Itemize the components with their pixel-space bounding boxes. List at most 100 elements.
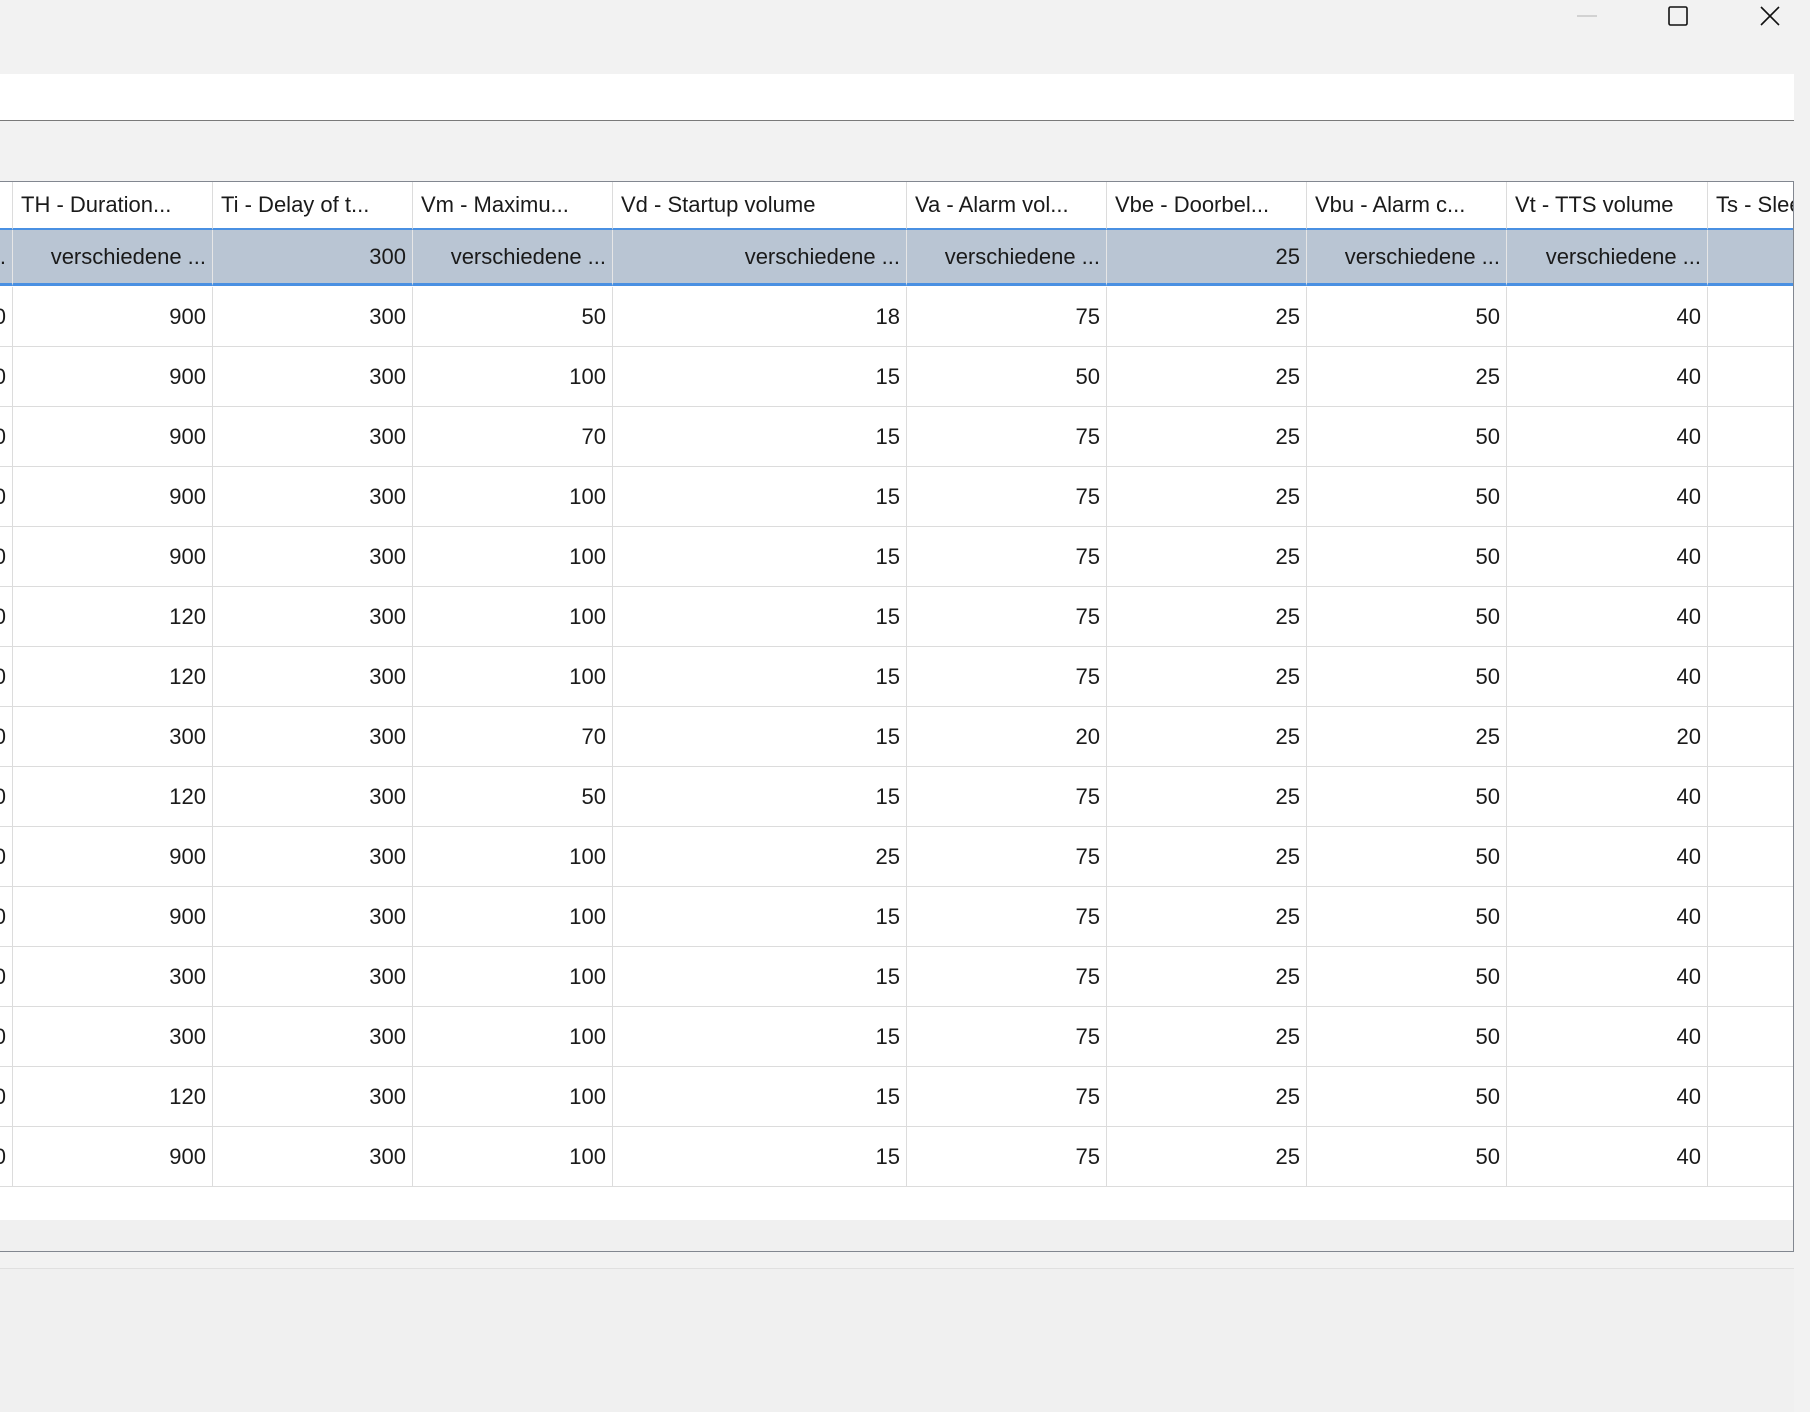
filter-cell[interactable]: verschiedene ... — [13, 230, 213, 286]
table-cell[interactable] — [1708, 827, 1793, 887]
filter-cell[interactable]: verschiedene ... — [413, 230, 613, 286]
table-cell[interactable]: 300 — [213, 527, 413, 587]
column-header[interactable] — [0, 182, 13, 230]
table-cell[interactable]: 25 — [1107, 767, 1307, 827]
table-cell[interactable]: 300 — [213, 767, 413, 827]
table-cell[interactable]: 300 — [13, 707, 213, 767]
table-cell[interactable]: 40 — [1507, 647, 1708, 707]
table-cell[interactable]: 300 — [13, 947, 213, 1007]
column-header[interactable]: Vt - TTS volume — [1507, 182, 1708, 230]
table-cell[interactable]: 120 — [13, 1067, 213, 1127]
table-cell[interactable]: 75 — [907, 407, 1107, 467]
table-cell[interactable]: 25 — [1307, 347, 1507, 407]
table-cell[interactable] — [1708, 707, 1793, 767]
table-row[interactable]: 03003001001575255040 — [0, 1007, 1793, 1067]
filter-cell[interactable] — [1708, 230, 1793, 286]
table-cell[interactable]: 50 — [1307, 407, 1507, 467]
table-cell[interactable]: 100 — [413, 527, 613, 587]
table-cell[interactable]: 70 — [413, 707, 613, 767]
table-cell[interactable]: 900 — [13, 1127, 213, 1187]
table-cell[interactable]: 900 — [13, 287, 213, 347]
table-cell[interactable] — [1708, 1127, 1793, 1187]
table-cell[interactable]: 18 — [613, 287, 907, 347]
table-cell[interactable]: 25 — [1107, 587, 1307, 647]
table-cell[interactable]: 50 — [1307, 647, 1507, 707]
table-cell[interactable] — [1708, 1007, 1793, 1067]
table-cell[interactable]: 300 — [213, 407, 413, 467]
table-cell[interactable] — [1708, 587, 1793, 647]
table-cell[interactable]: 15 — [613, 1127, 907, 1187]
table-cell[interactable]: 20 — [1507, 707, 1708, 767]
table-cell[interactable]: 0 — [0, 647, 13, 707]
table-row[interactable]: 01203001001575255040 — [0, 1067, 1793, 1127]
table-cell[interactable]: 0 — [0, 767, 13, 827]
table-cell[interactable]: 0 — [0, 407, 13, 467]
table-cell[interactable]: 900 — [13, 347, 213, 407]
table-cell[interactable]: 40 — [1507, 1067, 1708, 1127]
table-row[interactable]: 0120300501575255040 — [0, 767, 1793, 827]
table-cell[interactable]: 50 — [1307, 1067, 1507, 1127]
table-cell[interactable]: 100 — [413, 1127, 613, 1187]
table-cell[interactable]: 25 — [1107, 647, 1307, 707]
table-cell[interactable]: 0 — [0, 707, 13, 767]
minimize-button[interactable] — [1557, 0, 1617, 32]
table-cell[interactable]: 300 — [213, 827, 413, 887]
column-header[interactable]: Ts - Sleep — [1708, 182, 1793, 230]
table-cell[interactable]: 15 — [613, 767, 907, 827]
maximize-button[interactable] — [1648, 0, 1708, 32]
table-cell[interactable] — [1708, 347, 1793, 407]
column-header[interactable]: Vbu - Alarm c... — [1307, 182, 1507, 230]
table-cell[interactable] — [1708, 647, 1793, 707]
table-cell[interactable]: 15 — [613, 467, 907, 527]
table-cell[interactable]: 70 — [413, 407, 613, 467]
table-cell[interactable]: 75 — [907, 1007, 1107, 1067]
table-cell[interactable]: 75 — [907, 887, 1107, 947]
table-cell[interactable] — [1708, 767, 1793, 827]
table-cell[interactable] — [1708, 407, 1793, 467]
column-header[interactable]: Va - Alarm vol... — [907, 182, 1107, 230]
table-cell[interactable]: 25 — [1107, 1127, 1307, 1187]
column-header[interactable]: TH - Duration... — [13, 182, 213, 230]
table-cell[interactable]: 100 — [413, 827, 613, 887]
filter-cell[interactable]: verschiedene ... — [1507, 230, 1708, 286]
table-cell[interactable] — [1708, 1067, 1793, 1127]
table-cell[interactable]: 120 — [13, 587, 213, 647]
table-cell[interactable]: 75 — [907, 767, 1107, 827]
table-cell[interactable]: 100 — [413, 587, 613, 647]
table-cell[interactable]: 75 — [907, 467, 1107, 527]
table-cell[interactable] — [1708, 887, 1793, 947]
table-cell[interactable]: 25 — [1307, 707, 1507, 767]
table-cell[interactable]: 900 — [13, 887, 213, 947]
table-cell[interactable]: 50 — [413, 767, 613, 827]
table-cell[interactable]: 50 — [1307, 947, 1507, 1007]
column-header[interactable]: Ti - Delay of t... — [213, 182, 413, 230]
table-cell[interactable]: 0 — [0, 1067, 13, 1127]
table-cell[interactable]: 100 — [413, 947, 613, 1007]
table-cell[interactable]: 100 — [413, 887, 613, 947]
table-cell[interactable]: 50 — [413, 287, 613, 347]
table-cell[interactable]: 300 — [213, 707, 413, 767]
table-cell[interactable]: 25 — [613, 827, 907, 887]
table-cell[interactable] — [1708, 527, 1793, 587]
table-row[interactable]: 09003001001575255040 — [0, 887, 1793, 947]
table-cell[interactable]: 15 — [613, 887, 907, 947]
table-cell[interactable]: 75 — [907, 527, 1107, 587]
table-cell[interactable]: 120 — [13, 767, 213, 827]
table-cell[interactable]: 0 — [0, 467, 13, 527]
table-row[interactable]: 09003001001550252540 — [0, 347, 1793, 407]
table-cell[interactable]: 40 — [1507, 887, 1708, 947]
table-cell[interactable]: 50 — [1307, 827, 1507, 887]
close-button[interactable] — [1740, 0, 1800, 32]
filter-cell[interactable]: 300 — [213, 230, 413, 286]
table-cell[interactable]: 50 — [1307, 527, 1507, 587]
table-cell[interactable]: 25 — [1107, 707, 1307, 767]
table-cell[interactable]: 75 — [907, 827, 1107, 887]
table-cell[interactable]: 0 — [0, 287, 13, 347]
table-row[interactable]: 09003001001575255040 — [0, 467, 1793, 527]
filter-cell[interactable]: verschiedene ... — [613, 230, 907, 286]
table-cell[interactable]: 50 — [1307, 467, 1507, 527]
table-cell[interactable]: 900 — [13, 827, 213, 887]
table-row[interactable]: 09003001001575255040 — [0, 1127, 1793, 1187]
table-cell[interactable]: 50 — [1307, 587, 1507, 647]
table-cell[interactable]: 25 — [1107, 1067, 1307, 1127]
